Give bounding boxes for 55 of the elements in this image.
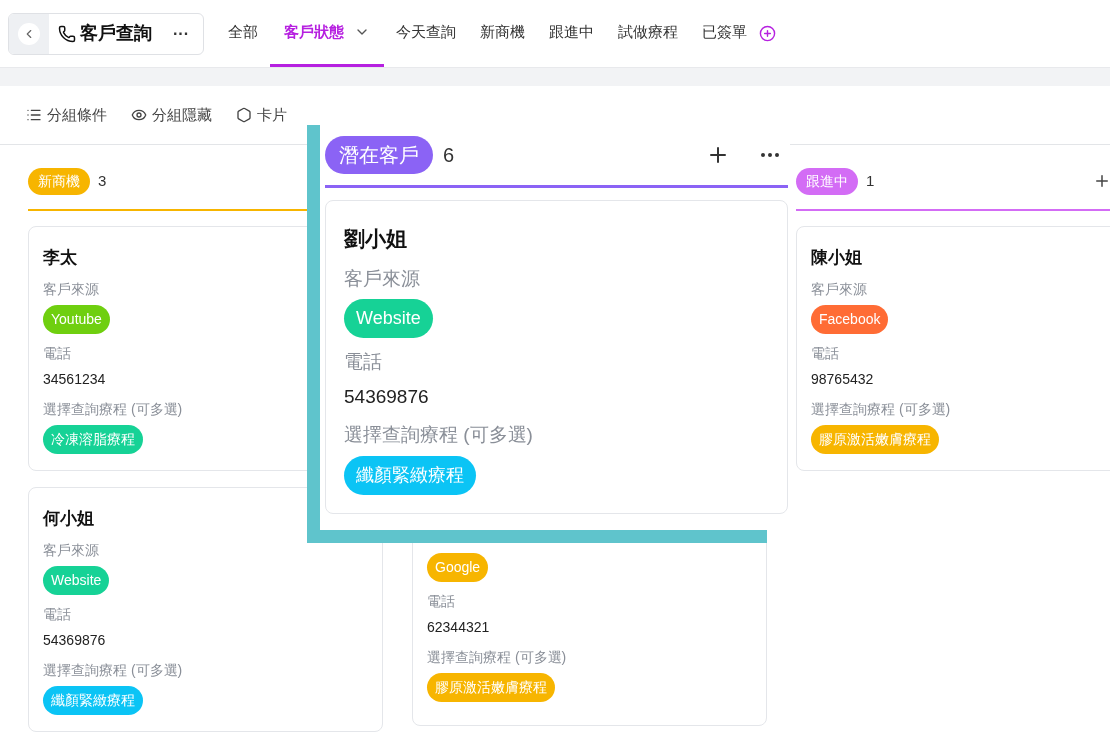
source-tag: Google: [427, 553, 489, 582]
source-tag: Website: [344, 299, 433, 338]
field-label: 選擇查詢療程 (可多選): [811, 399, 951, 419]
field-label: 客戶來源: [43, 279, 99, 299]
source-tag: Youtube: [43, 304, 110, 334]
list-icon: [26, 107, 42, 123]
card-count: 3: [98, 170, 107, 191]
view-tab[interactable]: 已簽單: [690, 0, 759, 67]
phone-number: 54369876: [43, 630, 106, 650]
source-tag: Facebook: [811, 304, 889, 334]
treatment-tag: 膠原激活嫩膚療程: [811, 424, 939, 454]
view-tab[interactable]: 全部: [216, 0, 270, 67]
column-tag: 潛在客戶: [325, 135, 433, 174]
treatment-tag: 纖顏緊緻療程: [43, 685, 143, 715]
view-tab[interactable]: 新商機: [468, 0, 537, 67]
add-view-icon[interactable]: [759, 25, 776, 42]
view-tab[interactable]: 跟進中: [537, 0, 606, 67]
treatment-tag: 膠原激活嫩膚療程: [427, 673, 555, 702]
customer-name: 何小姐: [43, 508, 94, 530]
toolbar-button[interactable]: 分組隱藏: [131, 103, 212, 127]
column-tag: 跟進中: [796, 167, 858, 195]
column-tag: 新商機: [28, 167, 90, 195]
customer-card[interactable]: 何小姐 客戶來源 Website 電話 54369876 選擇查詢療程 (可多選) 纖顏緊緻療程: [28, 487, 383, 732]
field-label: 電話: [43, 604, 71, 624]
more-button[interactable]: ···: [173, 21, 189, 46]
phone-icon: [58, 24, 76, 43]
customer-card[interactable]: 陳小姐 客戶來源 Facebook 電話 98765432 選擇查詢療程 (可多選) 膠原激活嫩膚療程: [796, 226, 1110, 471]
phone-number: 34561234: [43, 369, 106, 389]
phone-number: 98765432: [811, 369, 874, 389]
field-label: 選擇查詢療程 (可多選): [427, 648, 567, 667]
dragged-column-overlay[interactable]: 潛在客戶 6 劉小姐 客戶來源 Website 電話 54369876 選擇查詢療程 (可多選) 纖顏緊緻療程: [320, 125, 790, 530]
view-tab[interactable]: 今天查詢: [384, 0, 468, 67]
field-label: 選擇查詢療程 (可多選): [43, 399, 183, 419]
field-label: 選擇查詢療程 (可多選): [43, 660, 183, 680]
treatment-tag: 纖顏緊緻療程: [344, 455, 476, 495]
customer-card[interactable]: 劉小姐 客戶來源 Website 電話 54369876 選擇查詢療程 (可多選) 纖顏緊緻療程: [325, 200, 788, 514]
phone-number: 62344321: [427, 618, 490, 637]
card-count: 1: [866, 170, 875, 191]
eye-icon: [131, 107, 147, 123]
field-label: 客戶來源: [43, 540, 99, 560]
treatment-tag: 冷凍溶脂療程: [43, 424, 143, 454]
field-label: 電話: [43, 343, 71, 363]
toolbar-button[interactable]: 卡片: [236, 103, 287, 127]
field-label: 客戶來源: [811, 279, 867, 299]
field-label: 電話: [811, 343, 839, 363]
customer-name: 陳小姐: [811, 247, 862, 269]
customer-name: 李太: [43, 247, 77, 269]
toolbar-button[interactable]: 分組條件: [26, 103, 107, 127]
card-count: 6: [443, 142, 455, 168]
field-label: 電話: [427, 592, 455, 611]
field-label: 電話: [344, 350, 382, 374]
source-tag: Website: [43, 565, 110, 595]
page-title: 客戶查詢: [80, 22, 152, 45]
hexagon-icon: [236, 107, 252, 123]
view-tab[interactable]: 試做療程: [606, 0, 690, 67]
